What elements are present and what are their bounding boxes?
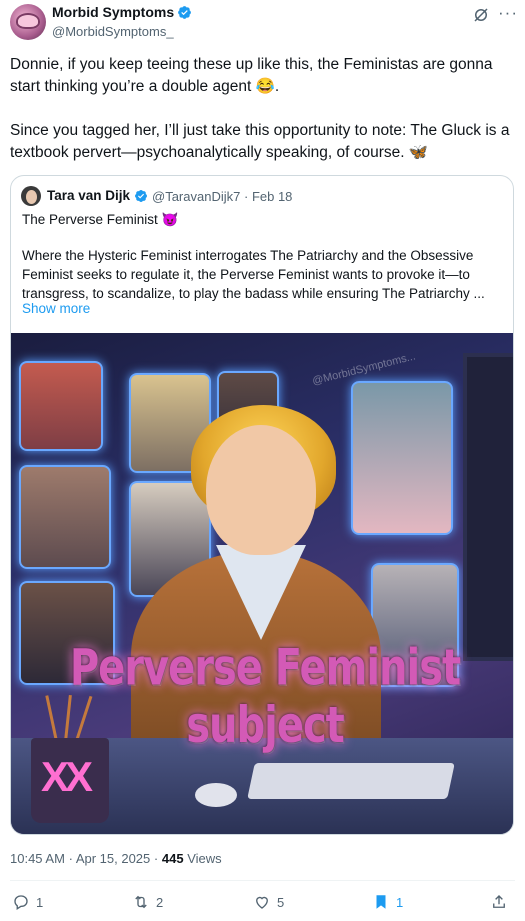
image-caption: Perverse Feminist subject bbox=[69, 639, 461, 755]
timestamp-separator: · bbox=[68, 851, 73, 866]
repost-button[interactable]: 2 bbox=[132, 893, 163, 911]
timestamp-separator: · bbox=[153, 851, 159, 866]
action-bar: 1 2 5 1 bbox=[0, 893, 525, 921]
quote-image[interactable]: @MorbidSymptoms... XX Perverse Feminist … bbox=[11, 333, 513, 834]
divider bbox=[10, 880, 515, 881]
post-time[interactable]: 10:45 AM bbox=[10, 851, 65, 866]
share-button[interactable] bbox=[490, 893, 508, 911]
woman-face bbox=[206, 425, 316, 555]
show-more-link[interactable]: Show more bbox=[22, 301, 90, 316]
post-text: Donnie, if you keep teeing these up like… bbox=[10, 54, 515, 164]
quote-separator: · bbox=[243, 189, 249, 204]
author-name-row[interactable]: Morbid Symptoms bbox=[52, 4, 192, 20]
share-icon bbox=[493, 895, 505, 908]
quote-author-avatar bbox=[21, 186, 41, 206]
repost-count: 2 bbox=[156, 894, 164, 910]
like-count: 5 bbox=[277, 894, 285, 910]
like-button[interactable]: 5 bbox=[253, 893, 284, 911]
repost-icon bbox=[135, 895, 147, 909]
author-name[interactable]: Morbid Symptoms bbox=[52, 4, 174, 20]
video-tile bbox=[351, 381, 453, 535]
quote-author-name-row: Tara van Dijk bbox=[47, 188, 148, 203]
post-paragraph-1: Donnie, if you keep teeing these up like… bbox=[10, 56, 493, 95]
bookmark-button[interactable]: 1 bbox=[372, 893, 403, 911]
quote-author-name: Tara van Dijk bbox=[47, 188, 131, 203]
post-timestamp[interactable]: 10:45 AM · Apr 15, 2025 · 445 Views bbox=[10, 851, 222, 866]
bookmark-icon bbox=[376, 895, 386, 909]
quote-body: Where the Hysteric Feminist interrogates… bbox=[22, 248, 485, 301]
reply-icon bbox=[14, 895, 28, 910]
like-icon bbox=[256, 896, 268, 909]
verified-badge-icon bbox=[135, 189, 148, 202]
reply-button[interactable]: 1 bbox=[12, 893, 43, 911]
verified-badge-icon bbox=[178, 5, 192, 19]
bookmark-count: 1 bbox=[396, 894, 404, 910]
more-icon[interactable]: ··· bbox=[498, 3, 518, 23]
video-tile bbox=[19, 465, 111, 569]
mug-xx-text: XX bbox=[41, 753, 93, 800]
views-label: Views bbox=[187, 851, 222, 866]
post-date[interactable]: Apr 15, 2025 bbox=[76, 851, 150, 866]
monitor bbox=[463, 353, 513, 661]
author-handle[interactable]: @MorbidSymptoms_ bbox=[52, 24, 174, 39]
quote-title: The Perverse Feminist 😈 bbox=[22, 212, 179, 227]
views-count: 445 bbox=[161, 851, 184, 866]
post-paragraph-2: Since you tagged her, I’ll just take thi… bbox=[10, 122, 510, 161]
quote-meta: @TaravanDijk7 · Feb 18 bbox=[152, 189, 292, 204]
grok-icon[interactable] bbox=[472, 6, 490, 24]
keyboard bbox=[247, 763, 455, 799]
mouse bbox=[195, 783, 237, 807]
quote-date: Feb 18 bbox=[251, 189, 293, 204]
quoted-post[interactable]: Tara van Dijk @TaravanDijk7 · Feb 18 The… bbox=[10, 175, 514, 835]
quote-handle: @TaravanDijk7 bbox=[152, 189, 241, 204]
author-avatar[interactable] bbox=[10, 4, 46, 40]
video-tile bbox=[19, 361, 103, 451]
reply-count: 1 bbox=[36, 894, 44, 910]
